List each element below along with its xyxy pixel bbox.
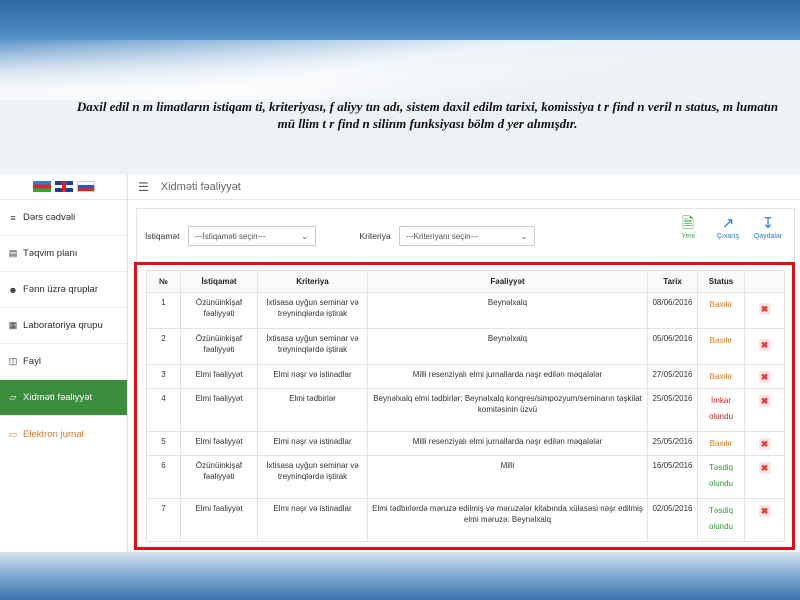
users-icon: ☻ [8,284,18,295]
hamburger-menu-icon[interactable]: ☰ [138,180,149,194]
action-buttons: 🗎 Yeni ↗ Çıxarış ↧ Qaydalar [672,215,784,240]
grid-icon: ▦ [8,320,18,330]
sidebar-item-laboratoriya-qrupu[interactable]: ▦ Laboratoriya qrupu [0,308,127,344]
sidebar-item-label: Təqvim planı [23,248,78,259]
topbar: ☰ Xidməti fəaliyyət [128,174,800,200]
book-icon: ▭ [8,428,18,439]
sidebar-item-label: Xidməti fəaliyyət [23,392,93,403]
list-icon: ≡ [10,212,16,223]
new-button-label: Yeni [681,233,695,240]
chart-icon: ▱ [9,392,17,402]
file-icon: ◫ [8,356,18,366]
sidebar-item-label: Laboratoriya qrupu [23,320,103,331]
chevron-down-icon: ⌄ [300,230,309,241]
azerbaijan-flag-icon[interactable] [32,181,51,192]
rules-button-label: Qaydalar [753,233,783,240]
page-title: Xidməti fəaliyyət [160,180,241,193]
new-document-icon: 🗎 [681,215,695,232]
sidebar-item-xidmeti-fealiyyet[interactable]: ▱ Xidməti fəaliyyət [0,380,127,416]
slide-caption: Daxil edil n m limatların istiqam ti, kr… [76,99,779,131]
sidebar-item-teqvim-plani[interactable]: ▤ Təqvim planı [0,236,127,272]
sidebar: ≡ Dərs cədvəli ▤ Təqvim planı ☻ Fənn üzr… [0,174,128,552]
sidebar-item-label: Fənn üzrə qruplar [23,284,98,295]
rules-button[interactable]: ↧ Qaydalar [752,215,784,240]
background-top-band [0,0,800,100]
new-button[interactable]: 🗎 Yeni [672,215,704,240]
background-swoosh [0,40,800,100]
kriteriya-label: Kriteriya [359,231,391,241]
sidebar-item-label: Dərs cədvəli [23,212,76,223]
calendar-icon: ▤ [8,248,18,258]
share-icon: ↗ [721,215,735,232]
download-icon: ↧ [761,215,775,232]
istiqamet-select-value: ---İstiqaməti seçin--- [194,231,266,241]
sidebar-item-label: Elektron jurnal [23,428,84,440]
sidebar-item-label: Fayl [23,356,41,367]
istiqamet-label: İstiqamət [145,231,180,241]
export-button-label: Çıxarış [716,233,740,240]
chevron-down-icon: ⌄ [520,230,528,241]
language-switcher [0,174,127,200]
uk-flag-icon[interactable] [54,181,73,192]
export-button[interactable]: ↗ Çıxarış [712,215,744,240]
kriteriya-select[interactable]: ---Kriteriyanı seçin--- ⌄ [398,226,535,246]
kriteriya-select-value: ---Kriteriyanı seçin--- [405,231,479,241]
sidebar-item-elektron-jurnal[interactable]: ▭ Elektron jurnal [0,416,127,452]
sidebar-item-fayl[interactable]: ◫ Fayl [0,344,127,380]
russia-flag-icon[interactable] [76,181,95,192]
sidebar-item-ders-cedveli[interactable]: ≡ Dərs cədvəli [0,200,127,236]
istiqamet-select[interactable]: ---İstiqaməti seçin--- ⌄ [187,226,316,246]
highlight-frame [134,262,795,550]
sidebar-item-fenn-uzre-qruplar[interactable]: ☻ Fənn üzrə qruplar [0,272,127,308]
